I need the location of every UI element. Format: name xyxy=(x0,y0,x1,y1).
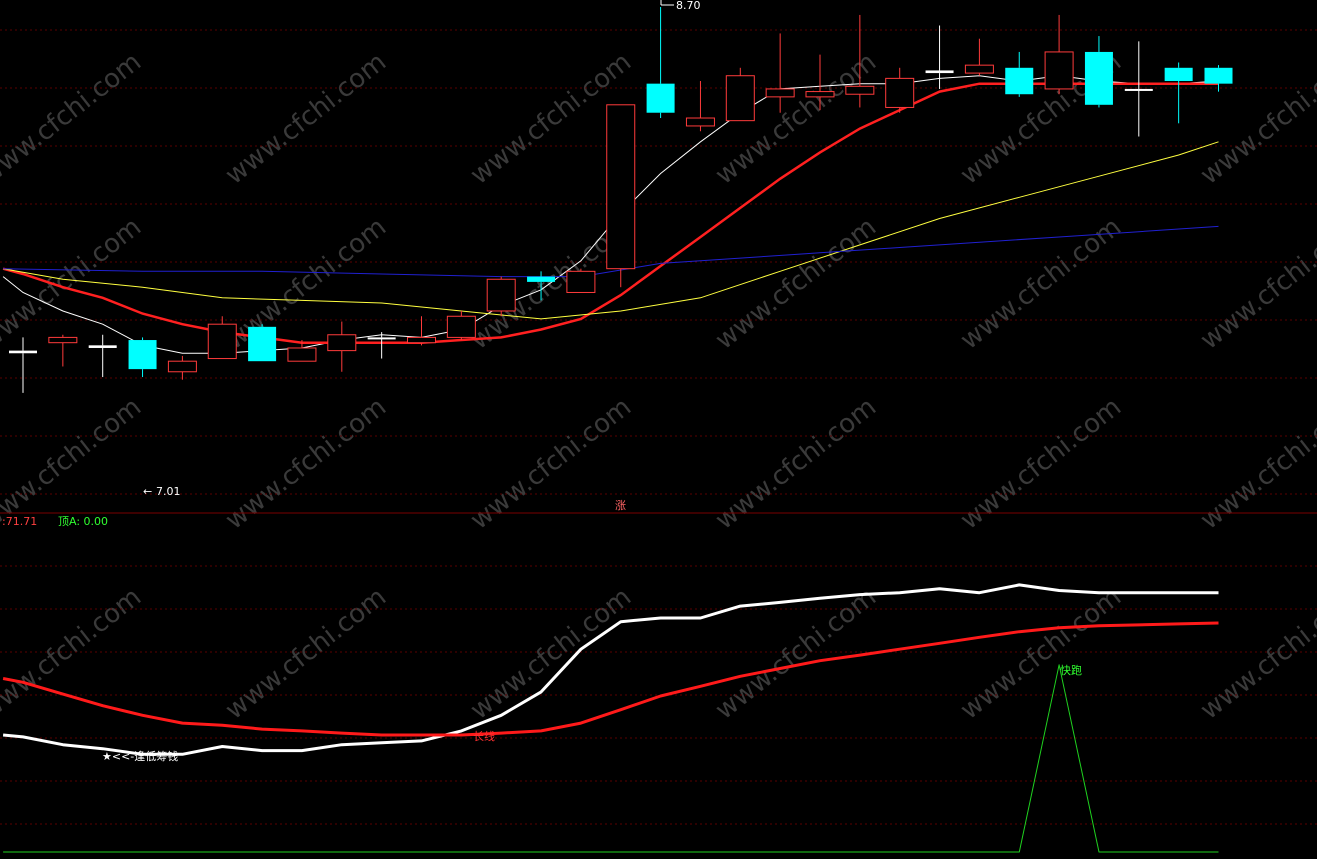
stock-chart: www.cfchi.com www.cfchi.com www.cfchi.com w… xyxy=(0,0,1317,859)
candle-body-down xyxy=(248,326,277,362)
indicator-value: :71.71 xyxy=(2,515,37,528)
candle-body-up xyxy=(287,347,317,362)
svg-text:←: ← xyxy=(143,485,152,498)
candle-body-down xyxy=(128,340,157,370)
candle xyxy=(606,104,636,288)
candle xyxy=(725,67,755,122)
candle xyxy=(248,324,277,362)
candle-body-up xyxy=(566,270,596,293)
candle-body-up xyxy=(685,117,715,127)
candle-body-up xyxy=(725,75,755,122)
candle-body-up xyxy=(207,323,237,360)
candle-body-doji xyxy=(367,337,396,340)
candle-body-up xyxy=(486,278,516,312)
candle-body-down xyxy=(527,276,556,282)
candle-body-down xyxy=(1084,51,1113,105)
candle-body-doji xyxy=(925,70,954,74)
candle-body-down xyxy=(1005,67,1034,95)
top-a-value: 顶A: 0.00 xyxy=(58,515,108,528)
candle-body-up xyxy=(805,91,835,98)
candle-body-up xyxy=(606,104,636,270)
high-price-label: 8.70 xyxy=(676,0,701,12)
chart-background xyxy=(0,0,1317,859)
candle-body-up xyxy=(407,336,436,344)
candle xyxy=(486,276,516,317)
long-term-note: 长线 xyxy=(473,729,495,743)
candle-body-up xyxy=(1044,51,1074,90)
candle-body-up xyxy=(48,336,78,344)
run-signal-note: 快跑 xyxy=(1060,663,1082,677)
candle-body-up xyxy=(845,85,875,95)
candle-body-doji xyxy=(1124,88,1153,91)
candle-body-up xyxy=(327,334,357,352)
rise-badge: 涨 xyxy=(615,499,626,512)
candle-body-up xyxy=(885,77,915,108)
candle-body-up xyxy=(167,360,197,373)
candle-body-down xyxy=(1164,67,1193,82)
buy-low-note: ★<<-逢低筹钱 xyxy=(102,749,178,763)
candle-body-up xyxy=(446,315,476,338)
candle-body-doji xyxy=(9,350,37,354)
candle-body-doji xyxy=(88,345,117,348)
candle-body-up xyxy=(964,64,994,74)
low-price-marker: ← 7.01 xyxy=(143,485,181,498)
low-price-label: 7.01 xyxy=(156,485,181,498)
candle xyxy=(566,268,596,293)
candle-body-up xyxy=(765,88,795,98)
candle-body-down xyxy=(646,83,675,113)
candle-body-down xyxy=(1204,67,1233,84)
